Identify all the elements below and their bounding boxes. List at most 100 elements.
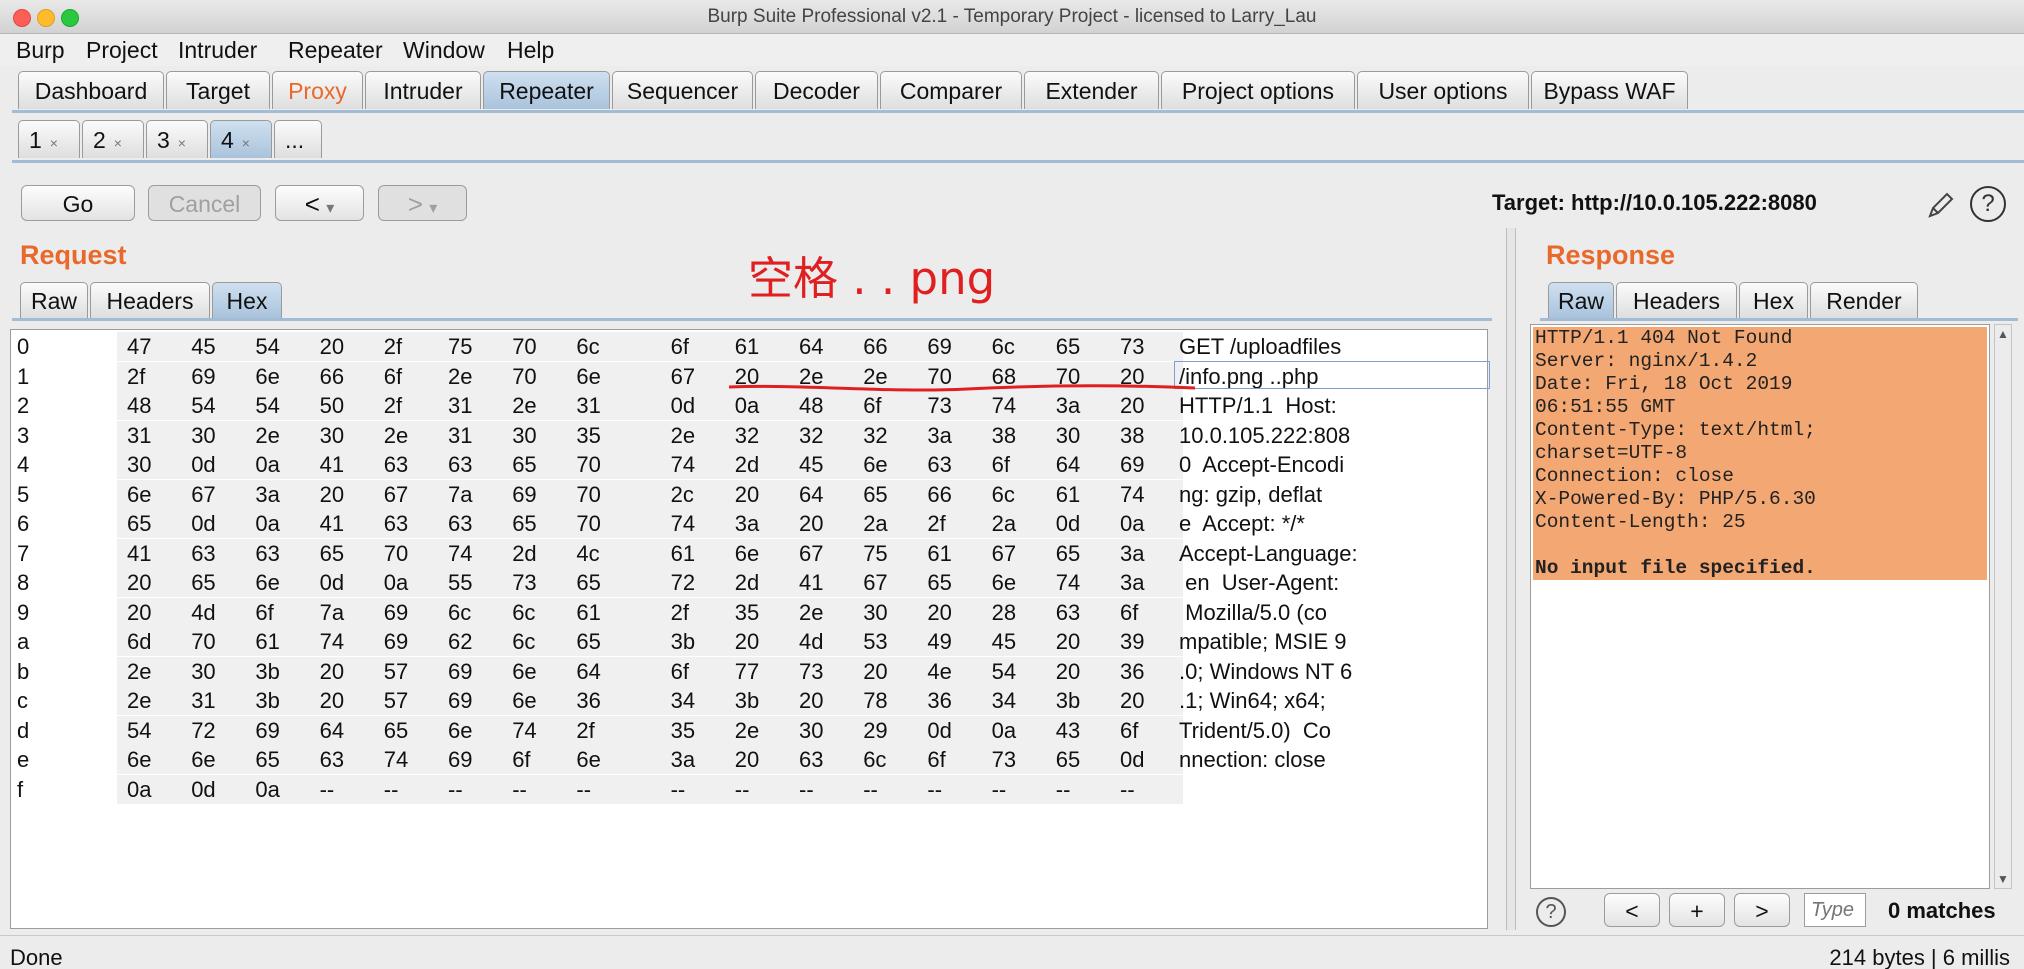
splitter[interactable] — [1506, 228, 1516, 930]
hex-byte[interactable]: 0d — [191, 450, 215, 479]
search-next-button[interactable]: > — [1734, 893, 1790, 927]
hex-byte[interactable]: 3b — [671, 627, 695, 656]
hex-byte[interactable]: 48 — [799, 391, 823, 420]
hex-byte[interactable]: 50 — [320, 391, 344, 420]
hex-byte[interactable]: 75 — [863, 539, 887, 568]
tab-target[interactable]: Target — [166, 71, 270, 109]
hex-byte[interactable]: 78 — [863, 686, 887, 715]
hex-byte[interactable]: 69 — [927, 332, 951, 361]
hex-byte[interactable]: 2f — [927, 509, 945, 538]
hex-byte[interactable]: 3a — [255, 480, 279, 509]
hex-byte[interactable]: 30 — [191, 421, 215, 450]
back-button[interactable]: < ▾ — [275, 185, 364, 221]
hex-byte[interactable]: 73 — [927, 391, 951, 420]
hex-byte[interactable]: 70 — [576, 450, 600, 479]
hex-ascii[interactable]: e Accept: */* — [1179, 509, 1305, 538]
hex-byte[interactable]: 0a — [255, 509, 279, 538]
hex-ascii[interactable]: mpatible; MSIE 9 — [1179, 627, 1347, 656]
hex-byte[interactable]: 6e — [863, 450, 887, 479]
repeater-tab-2[interactable]: 2 × — [82, 120, 144, 158]
hex-byte[interactable]: 70 — [191, 627, 215, 656]
close-icon[interactable]: × — [178, 135, 186, 151]
hex-byte[interactable]: 6e — [576, 745, 600, 774]
response-tab-raw[interactable]: Raw — [1548, 282, 1614, 318]
hex-byte[interactable]: 30 — [799, 716, 823, 745]
hex-byte[interactable]: 32 — [735, 421, 759, 450]
hex-byte[interactable]: 2f — [576, 716, 594, 745]
hex-byte[interactable]: 3a — [1056, 391, 1080, 420]
help-icon[interactable]: ? — [1970, 186, 2006, 222]
hex-byte[interactable]: 63 — [384, 450, 408, 479]
hex-byte[interactable]: 65 — [384, 716, 408, 745]
menu-burp[interactable]: Burp — [16, 37, 65, 64]
hex-byte[interactable]: -- — [384, 775, 399, 804]
hex-byte[interactable]: 70 — [512, 332, 536, 361]
hex-byte[interactable]: 6e — [576, 362, 600, 391]
hex-byte[interactable]: 6c — [863, 745, 886, 774]
hex-byte[interactable]: -- — [927, 775, 942, 804]
hex-byte[interactable]: 6f — [671, 332, 689, 361]
hex-byte[interactable]: 69 — [1120, 450, 1144, 479]
hex-byte[interactable]: 66 — [927, 480, 951, 509]
hex-byte[interactable]: 6e — [735, 539, 759, 568]
hex-byte[interactable]: 74 — [320, 627, 344, 656]
request-tab-headers[interactable]: Headers — [90, 282, 210, 318]
hex-byte[interactable]: 65 — [512, 509, 536, 538]
hex-byte[interactable]: 20 — [1120, 686, 1144, 715]
hex-byte[interactable]: 38 — [1120, 421, 1144, 450]
response-tab-headers[interactable]: Headers — [1616, 282, 1737, 318]
hex-byte[interactable]: 2e — [671, 421, 695, 450]
hex-byte[interactable]: 69 — [448, 745, 472, 774]
hex-byte[interactable]: 32 — [799, 421, 823, 450]
hex-byte[interactable]: 6e — [992, 568, 1016, 597]
hex-byte[interactable]: 2e — [448, 362, 472, 391]
hex-byte[interactable]: 4d — [191, 598, 215, 627]
hex-byte[interactable]: 48 — [127, 391, 151, 420]
hex-byte[interactable]: 20 — [320, 332, 344, 361]
close-icon[interactable]: × — [50, 135, 58, 151]
hex-byte[interactable]: 65 — [320, 539, 344, 568]
hex-byte[interactable]: 66 — [320, 362, 344, 391]
hex-byte[interactable]: 70 — [576, 509, 600, 538]
hex-byte[interactable]: 72 — [671, 568, 695, 597]
go-button[interactable]: Go — [21, 185, 135, 221]
hex-byte[interactable]: 20 — [320, 657, 344, 686]
hex-byte[interactable]: 65 — [127, 509, 151, 538]
hex-byte[interactable]: 2f — [127, 362, 145, 391]
hex-byte[interactable]: 20 — [1056, 627, 1080, 656]
hex-byte[interactable]: 4d — [799, 627, 823, 656]
hex-byte[interactable]: 72 — [191, 716, 215, 745]
hex-byte[interactable]: 2e — [799, 598, 823, 627]
hex-byte[interactable]: 47 — [127, 332, 151, 361]
hex-byte[interactable]: 2e — [127, 686, 151, 715]
hex-byte[interactable]: 36 — [1120, 657, 1144, 686]
hex-byte[interactable]: 54 — [255, 391, 279, 420]
hex-byte[interactable]: 38 — [992, 421, 1016, 450]
hex-ascii[interactable]: .1; Win64; x64; — [1179, 686, 1326, 715]
hex-byte[interactable]: 6c — [576, 332, 599, 361]
hex-byte[interactable]: 63 — [191, 539, 215, 568]
hex-byte[interactable]: 63 — [255, 539, 279, 568]
hex-byte[interactable]: 45 — [191, 332, 215, 361]
hex-byte[interactable]: 20 — [1056, 657, 1080, 686]
hex-byte[interactable]: 45 — [992, 627, 1016, 656]
tab-user-options[interactable]: User options — [1357, 71, 1529, 109]
hex-byte[interactable]: 20 — [735, 627, 759, 656]
hex-byte[interactable]: 30 — [1056, 421, 1080, 450]
hex-byte[interactable]: 31 — [448, 391, 472, 420]
tab-dashboard[interactable]: Dashboard — [18, 71, 164, 109]
hex-byte[interactable]: 6c — [448, 598, 471, 627]
hex-byte[interactable]: 29 — [863, 716, 887, 745]
hex-byte[interactable]: 0d — [1056, 509, 1080, 538]
hex-byte[interactable]: 31 — [191, 686, 215, 715]
hex-byte[interactable]: -- — [671, 775, 686, 804]
hex-byte[interactable]: 35 — [735, 598, 759, 627]
hex-byte[interactable]: 61 — [735, 332, 759, 361]
hex-byte[interactable]: 6e — [255, 362, 279, 391]
hex-byte[interactable]: -- — [576, 775, 591, 804]
hex-byte[interactable]: 30 — [191, 657, 215, 686]
hex-byte[interactable]: 35 — [576, 421, 600, 450]
hex-byte[interactable]: 64 — [320, 716, 344, 745]
hex-byte[interactable]: 65 — [512, 450, 536, 479]
hex-byte[interactable]: 6c — [512, 627, 535, 656]
